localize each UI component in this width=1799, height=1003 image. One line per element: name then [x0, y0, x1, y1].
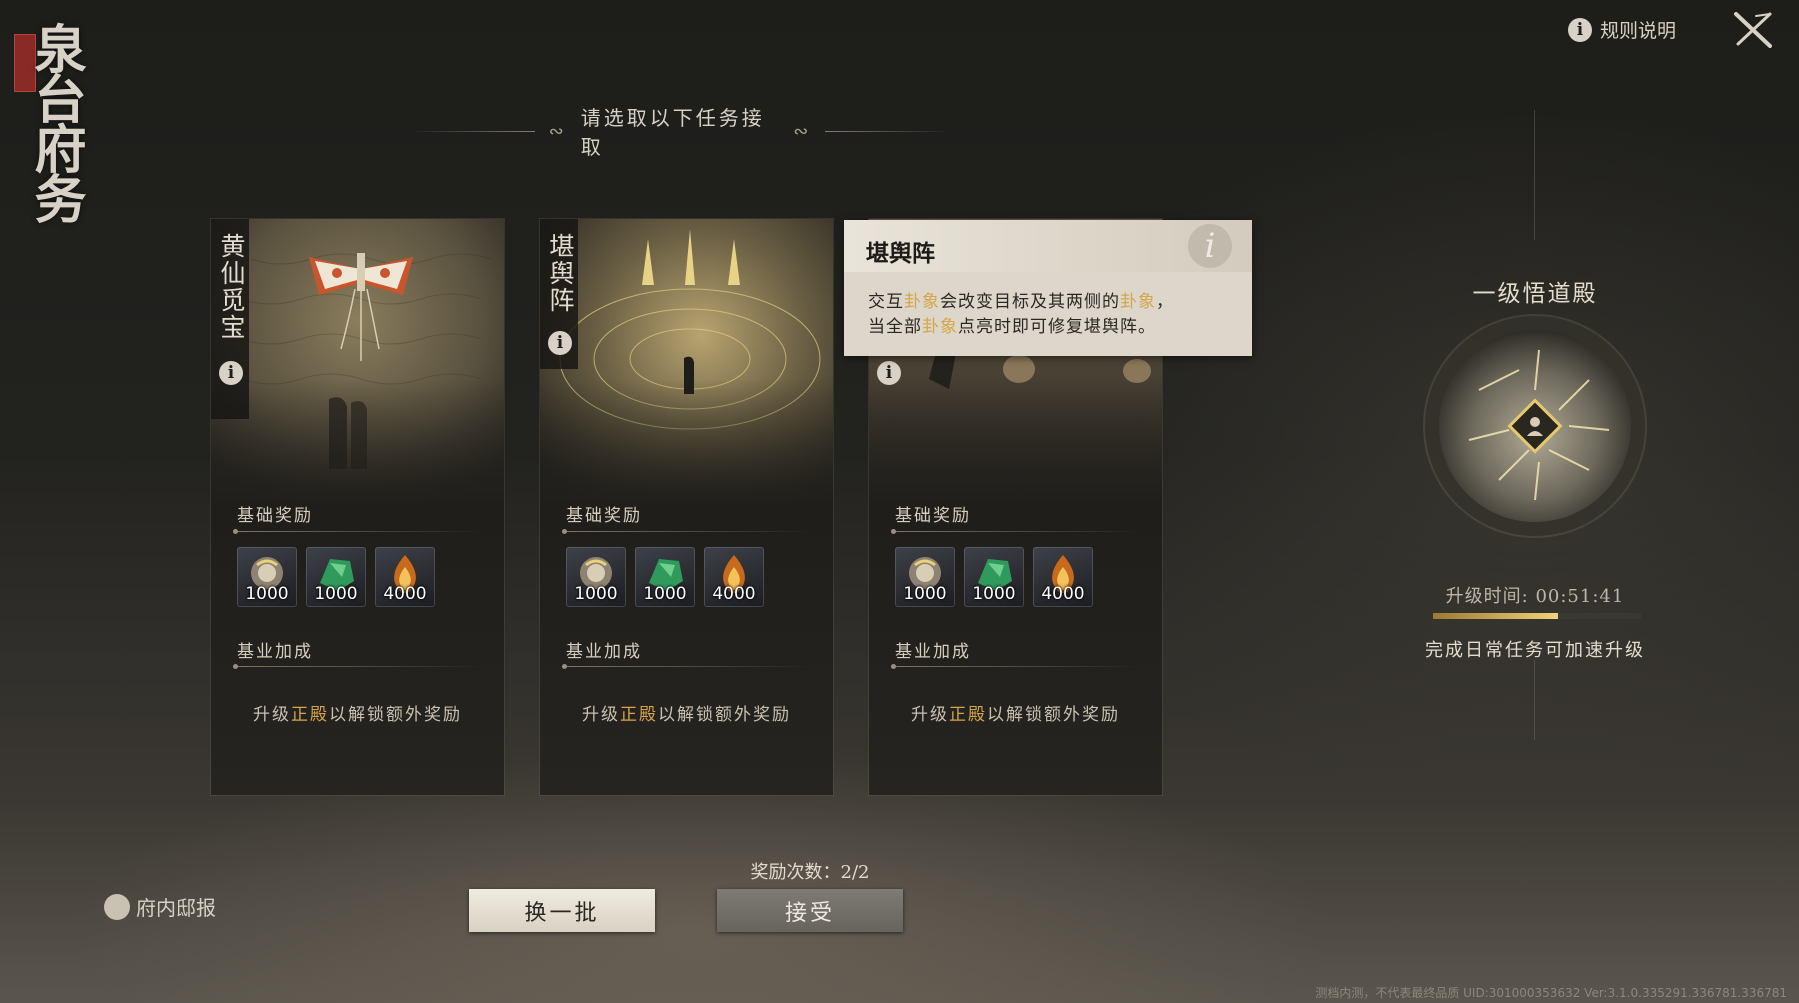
flame-icon[interactable]: 4000 — [375, 547, 435, 607]
accept-button[interactable]: 接受 — [717, 889, 903, 932]
build-info: 测档内测，不代表最终品质 UID:301000353632 Ver:3.1.0.… — [1315, 986, 1787, 1000]
jade-stone-icon[interactable]: 1000 — [964, 547, 1024, 607]
base-reward-label: 基础奖励 — [566, 506, 642, 526]
reward-quantity: 4000 — [1041, 584, 1085, 604]
divider-left — [410, 130, 535, 132]
reward-quantity: 1000 — [903, 584, 947, 604]
flame-icon[interactable]: 4000 — [704, 547, 764, 607]
divider — [233, 529, 483, 534]
logo-title: 泉台府务 — [25, 22, 86, 222]
main-hall-highlight: 正殿 — [291, 705, 329, 725]
reward-quantity: 1000 — [574, 584, 618, 604]
divider — [562, 529, 812, 534]
reward-quantity: 4000 — [383, 584, 427, 604]
coin-medallion-icon[interactable]: 1000 — [237, 547, 297, 607]
hall-status-panel: 一级悟道殿 升级时间: 00:51:41 完成日常任务可加速升级 — [1400, 270, 1670, 690]
bonus-label: 基业加成 — [895, 642, 971, 662]
divider — [891, 529, 1141, 534]
task-art — [211, 219, 504, 509]
hall-orb-emblem[interactable] — [1439, 330, 1631, 522]
base-reward-label: 基础奖励 — [237, 506, 313, 526]
unlock-hint: 升级正殿以解锁额外奖励 — [253, 705, 462, 725]
bonus-label: 基业加成 — [237, 642, 313, 662]
jade-stone-icon[interactable]: 1000 — [635, 547, 695, 607]
base-reward-label: 基础奖励 — [895, 506, 971, 526]
reward-quantity: 1000 — [314, 584, 358, 604]
jade-stone-icon[interactable]: 1000 — [306, 547, 366, 607]
person-badge-icon — [104, 893, 130, 920]
upgrade-progress-bar — [1433, 613, 1641, 619]
upgrade-timer: 升级时间: 00:51:41 — [1445, 586, 1625, 607]
divider-right — [825, 130, 950, 132]
mansion-newsletter-button[interactable]: 府内邸报 — [104, 892, 216, 921]
task-card-2[interactable]: 堪舆阵 i 基础奖励 1000 1000 4000 基业加成 升级正殿以解锁额外… — [540, 219, 833, 795]
task-info-icon[interactable]: i — [219, 361, 243, 385]
swirl-ornament-icon: ∾ — [793, 120, 812, 142]
task-art — [540, 219, 833, 509]
tooltip-description: 交互卦象会改变目标及其两侧的卦象， 当全部卦象点亮时即可修复堪舆阵。 — [868, 292, 1174, 337]
unlock-hint: 升级正殿以解锁额外奖励 — [911, 705, 1120, 725]
task-info-icon[interactable]: i — [877, 361, 901, 385]
info-icon: i — [1568, 17, 1592, 42]
main-hall-highlight: 正殿 — [620, 705, 658, 725]
task-title: 黄仙觅宝 — [217, 233, 246, 341]
hall-title: 一级悟道殿 — [1472, 281, 1598, 307]
task-card-1[interactable]: 黄仙觅宝 i 基础奖励 1000 1000 4000 基业加成 升级正殿以解锁额… — [211, 219, 504, 795]
coin-medallion-icon[interactable]: 1000 — [895, 547, 955, 607]
flame-icon[interactable]: 4000 — [1033, 547, 1093, 607]
task-info-icon[interactable]: i — [548, 331, 572, 355]
prompt-text: 请选取以下任务接取 — [580, 106, 765, 159]
refresh-batch-button[interactable]: 换一批 — [469, 889, 655, 932]
rules-label: 规则说明 — [1600, 20, 1677, 42]
reward-quantity: 1000 — [245, 584, 289, 604]
main-hall-highlight: 正殿 — [949, 705, 987, 725]
mansion-newsletter-label: 府内邸报 — [136, 896, 216, 920]
divider — [891, 664, 1141, 669]
bonus-label: 基业加成 — [566, 642, 642, 662]
task-title: 堪舆阵 — [546, 233, 575, 314]
info-icon: i — [1188, 224, 1232, 268]
coin-medallion-icon[interactable]: 1000 — [566, 547, 626, 607]
info-icon: i — [219, 361, 243, 385]
tooltip-header: 堪舆阵 i — [844, 220, 1252, 272]
reward-quantity: 4000 — [712, 584, 756, 604]
tooltip-title: 堪舆阵 — [866, 240, 935, 267]
speedup-hint: 完成日常任务可加速升级 — [1425, 640, 1645, 661]
close-x-icon[interactable] — [1730, 10, 1776, 50]
swirl-ornament-icon: ∾ — [548, 120, 567, 142]
reward-quantity: 1000 — [643, 584, 687, 604]
upgrade-progress-fill — [1433, 613, 1558, 619]
unlock-hint: 升级正殿以解锁额外奖励 — [582, 705, 791, 725]
rules-button[interactable]: i 规则说明 — [1568, 16, 1676, 43]
divider — [233, 664, 483, 669]
vertical-ornament-line — [1534, 110, 1535, 240]
task-title-banner: 黄仙觅宝 — [211, 219, 249, 419]
info-icon: i — [548, 331, 572, 355]
info-icon: i — [877, 361, 901, 385]
divider — [562, 664, 812, 669]
reward-list: 1000 1000 4000 — [566, 547, 764, 607]
task-tooltip: 堪舆阵 i 交互卦象会改变目标及其两侧的卦象， 当全部卦象点亮时即可修复堪舆阵。 — [844, 220, 1252, 356]
game-logo: 泉台府务 — [14, 14, 104, 224]
reward-count: 奖励次数：2/2 — [750, 862, 870, 883]
reward-list: 1000 1000 4000 — [237, 547, 435, 607]
reward-quantity: 1000 — [972, 584, 1016, 604]
reward-list: 1000 1000 4000 — [895, 547, 1093, 607]
task-prompt-heading: ∾ 请选取以下任务接取 ∾ — [410, 102, 950, 160]
